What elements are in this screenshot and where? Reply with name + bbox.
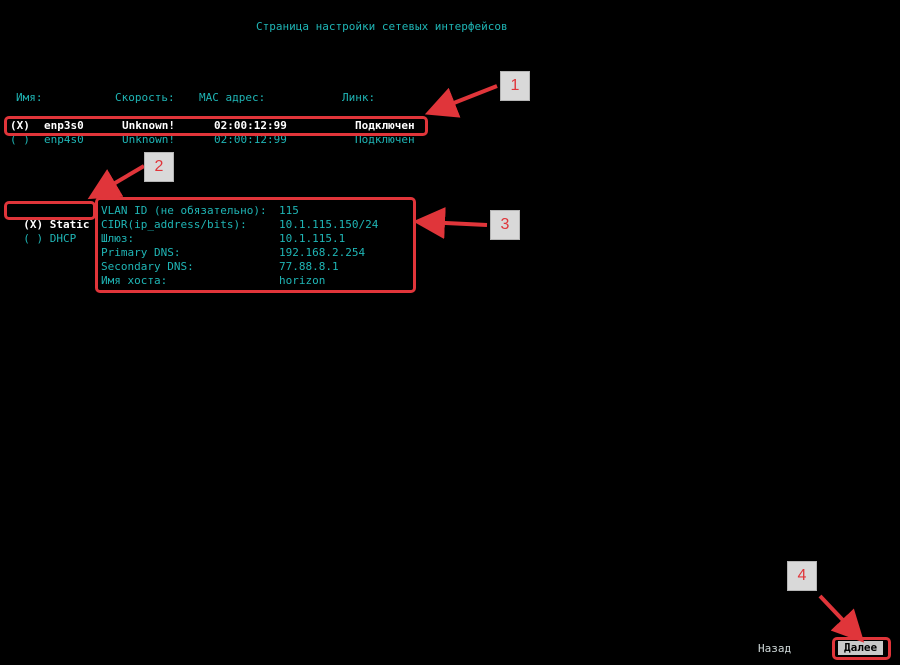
annotation-marker-4: 4 (787, 561, 817, 591)
annotation-marker-3: 3 (490, 210, 520, 240)
annotation-arrows (87, 84, 865, 643)
annotation-marker-1: 1 (500, 71, 530, 101)
annotation-arrow-1 (424, 84, 498, 118)
annotation-arrow-4 (818, 594, 865, 643)
annotation-marker-2: 2 (144, 152, 174, 182)
annotation-arrow-2 (87, 164, 146, 200)
annotation-arrow-3 (413, 206, 488, 239)
